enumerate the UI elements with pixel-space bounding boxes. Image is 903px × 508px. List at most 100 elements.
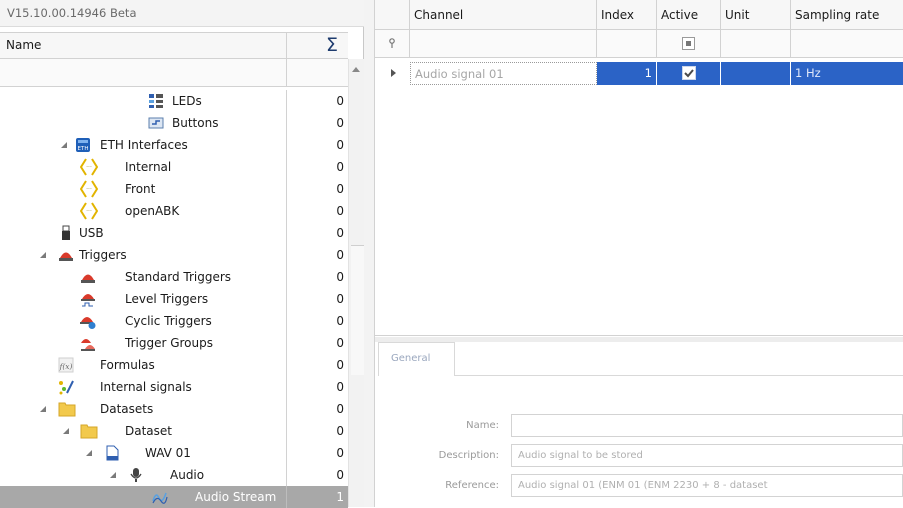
tree-item-cyclic-triggers[interactable]: Cyclic Triggers 0 [0,310,348,332]
tree-item-count: 0 [286,442,348,464]
tree-item-dataset[interactable]: Dataset 0 [0,420,348,442]
tree-item-count: 0 [286,354,348,376]
filter-cell-sampling-rate[interactable] [791,30,903,58]
filter-cell-channel[interactable] [410,30,597,58]
interface-bracket-icon: ··· [80,202,98,220]
tree-item-datasets[interactable]: Datasets 0 [0,398,348,420]
tree-item-label: Internal signals [100,380,192,394]
tree-item-count: 0 [286,332,348,354]
tree-item-leds[interactable]: LEDs 0 [0,90,348,112]
filter-cell-index[interactable] [597,30,657,58]
reference-field[interactable]: Audio signal 01 (ENM 01 (ENM 2230 + 8 - … [511,474,903,497]
level-trigger-icon [81,294,95,307]
tree-item-wav-01[interactable]: WAV 01 0 [0,442,348,464]
tree-item-internal[interactable]: ··· Internal 0 [0,156,348,178]
scrollbar-thumb[interactable] [351,245,364,375]
tree-item-label: Trigger Groups [125,336,213,350]
tree-item-label: Formulas [100,358,155,372]
cell-channel[interactable]: Audio signal 01 [410,62,597,85]
svg-text:ETH: ETH [78,146,89,152]
tree-item-label: Audio [170,468,205,482]
tree-item-count: 0 [286,134,348,156]
description-label: Description: [438,450,499,461]
tree-item-count: 0 [286,200,348,222]
tree-item-formulas[interactable]: f(x) Formulas 0 [0,354,348,376]
tree-item-label: Dataset [125,424,172,438]
eth-interfaces-icon: ETH [76,138,90,152]
tree-item-openabk[interactable]: ··· openABK 0 [0,200,348,222]
tree-item-count: 0 [286,288,348,310]
tree-item-count: 0 [286,398,348,420]
active-checkbox-checked-icon[interactable] [682,66,696,80]
tree-item-count: 0 [286,244,348,266]
tree-item-label: Internal [125,160,172,174]
tree-item-label: ETH Interfaces [100,138,188,152]
trigger-group-icon [81,339,95,351]
tab-general[interactable]: General [378,342,455,376]
column-header-index[interactable]: Index [597,0,657,30]
column-header-sampling-rate[interactable]: Sampling rate [791,0,903,30]
tree-item-label: Cyclic Triggers [125,314,212,328]
column-header-channel[interactable]: Channel [410,0,597,30]
tree-item-triggers[interactable]: Triggers 0 [0,244,348,266]
pane-splitter[interactable] [364,0,375,507]
collapse-arrow-icon[interactable] [61,142,67,148]
cyclic-trigger-icon [80,317,96,329]
formula-icon: f(x) [58,357,74,373]
cell-sampling-rate[interactable]: 1 Hz [791,62,903,85]
filter-active-checkbox[interactable] [682,37,695,50]
tree-item-audio[interactable]: Audio 0 [0,464,348,486]
cell-active[interactable] [657,62,721,85]
column-header-unit[interactable]: Unit [721,0,791,30]
right-pane: Channel Index Active Unit Sampling rate … [375,0,903,507]
collapse-arrow-icon[interactable] [110,472,116,478]
tree-scrollbar[interactable] [348,59,364,507]
name-label: Name: [466,420,499,431]
tree-item-front[interactable]: ··· Front 0 [0,178,348,200]
folder-icon [58,402,76,417]
tree-item-internal-signals[interactable]: Internal signals 0 [0,376,348,398]
usb-icon [62,225,70,240]
cell-unit[interactable] [721,62,791,85]
tree-item-label: Buttons [172,116,219,130]
collapse-arrow-icon[interactable] [63,428,69,434]
details-panel: General Name: Description: Audio signal … [375,342,903,507]
tree-item-audio-stream[interactable]: Audio Stream 1 [0,486,348,508]
name-column-header[interactable]: Name [6,38,41,52]
tree-item-buttons[interactable]: Buttons 0 [0,112,348,134]
tree-item-label: USB [79,226,104,240]
tree-item-eth-interfaces[interactable]: ETH ETH Interfaces 0 [0,134,348,156]
tree-item-label: Triggers [79,248,127,262]
tree-filter-row[interactable] [0,59,348,87]
wav-file-icon [106,445,119,461]
cell-index[interactable]: 1 [597,62,657,85]
tree-item-count: 0 [286,464,348,486]
tree-header: Name Σ [0,32,348,59]
scroll-up-icon[interactable] [352,67,360,72]
left-pane: V15.10.00.14946 Beta Name Σ LEDs 0 Butto… [0,0,364,508]
tree-item-count: 1 [286,486,348,508]
name-field[interactable] [511,414,903,437]
tree-item-label: Datasets [100,402,154,416]
tree-item-usb[interactable]: USB 0 [0,222,348,244]
tree-item-trigger-groups[interactable]: Trigger Groups 0 [0,332,348,354]
tree-item-label: WAV 01 [145,446,191,460]
tree-item-standard-triggers[interactable]: Standard Triggers 0 [0,266,348,288]
tree-item-count: 0 [286,310,348,332]
sum-column-header[interactable]: Σ [286,33,348,58]
tree-item-label: Front [125,182,156,196]
tree-item-count: 0 [286,266,348,288]
column-header-active[interactable]: Active [657,0,721,30]
tree-item-label: openABK [125,204,180,218]
tree-item-count: 0 [286,112,348,134]
tree-item-level-triggers[interactable]: Level Triggers 0 [0,288,348,310]
filter-cell-active[interactable] [657,30,721,58]
filter-cell-unit[interactable] [721,30,791,58]
collapse-arrow-icon[interactable] [86,450,92,456]
collapse-arrow-icon[interactable] [40,252,46,258]
description-field[interactable]: Audio signal to be stored [511,444,903,467]
tree-item-label: LEDs [172,94,202,108]
collapse-arrow-icon[interactable] [40,406,46,412]
tree-item-count: 0 [286,90,348,112]
tree-item-count: 0 [286,178,348,200]
